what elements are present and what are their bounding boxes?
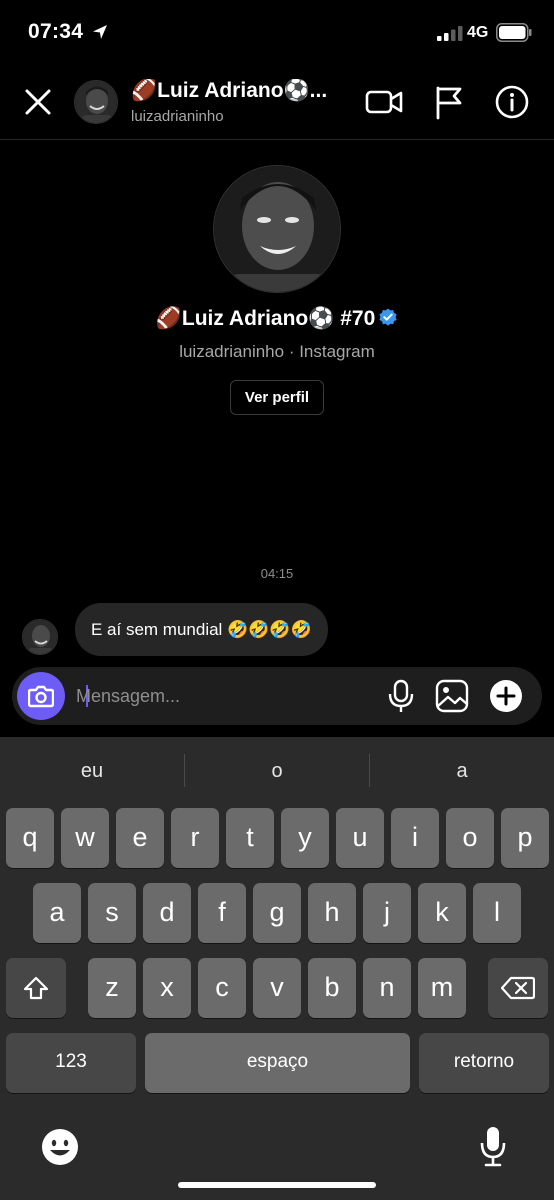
- message-avatar[interactable]: [22, 619, 58, 655]
- dictation-icon[interactable]: [479, 1125, 507, 1167]
- key-i[interactable]: i: [391, 808, 439, 868]
- microphone-icon[interactable]: [388, 679, 414, 713]
- key-m[interactable]: m: [418, 958, 466, 1018]
- profile-subtitle: luizadrianinho · Instagram: [179, 342, 375, 361]
- message-input[interactable]: [76, 679, 376, 713]
- key-v[interactable]: v: [253, 958, 301, 1018]
- backspace-icon: [501, 976, 535, 1000]
- profile-avatar[interactable]: [213, 165, 341, 293]
- status-time: 07:34: [28, 20, 84, 43]
- key-e[interactable]: e: [116, 808, 164, 868]
- message-timestamp: 04:15: [260, 566, 294, 581]
- header-username[interactable]: luizadrianinho: [131, 108, 224, 125]
- key-f[interactable]: f: [198, 883, 246, 943]
- avatar[interactable]: [74, 80, 118, 124]
- key-h[interactable]: h: [308, 883, 356, 943]
- key-l[interactable]: l: [473, 883, 521, 943]
- suggestion-item[interactable]: eu: [0, 737, 184, 805]
- message-composer: [12, 667, 542, 725]
- key-w[interactable]: w: [61, 808, 109, 868]
- info-icon[interactable]: [494, 84, 530, 120]
- home-indicator[interactable]: [178, 1182, 376, 1188]
- key-k[interactable]: k: [418, 883, 466, 943]
- signal-icon: [437, 26, 463, 41]
- key-n[interactable]: n: [363, 958, 411, 1018]
- close-icon[interactable]: [20, 84, 56, 120]
- verified-badge-icon: [379, 308, 397, 326]
- shift-icon: [23, 976, 49, 1000]
- key-z[interactable]: z: [88, 958, 136, 1018]
- status-bar: 07:34 4G: [0, 0, 554, 66]
- key-r[interactable]: r: [171, 808, 219, 868]
- flag-icon[interactable]: [432, 84, 466, 120]
- key-u[interactable]: u: [336, 808, 384, 868]
- key-t[interactable]: t: [226, 808, 274, 868]
- key-s[interactable]: s: [88, 883, 136, 943]
- key-c[interactable]: c: [198, 958, 246, 1018]
- camera-icon: [28, 685, 54, 708]
- key-d[interactable]: d: [143, 883, 191, 943]
- video-call-icon[interactable]: [364, 86, 404, 118]
- key-b[interactable]: b: [308, 958, 356, 1018]
- key-a[interactable]: a: [33, 883, 81, 943]
- key-y[interactable]: y: [281, 808, 329, 868]
- key-p[interactable]: p: [501, 808, 549, 868]
- suggestion-item[interactable]: o: [185, 737, 369, 805]
- return-key[interactable]: retorno: [419, 1033, 549, 1093]
- key-j[interactable]: j: [363, 883, 411, 943]
- view-profile-button[interactable]: Ver perfil: [230, 380, 324, 415]
- shift-key[interactable]: [6, 958, 66, 1018]
- camera-button[interactable]: [17, 672, 65, 720]
- gallery-icon[interactable]: [435, 679, 469, 713]
- profile-name: 🏈Luiz Adriano⚽ #70: [155, 307, 376, 330]
- key-q[interactable]: q: [6, 808, 54, 868]
- key-o[interactable]: o: [446, 808, 494, 868]
- suggestion-bar: eu o a: [0, 737, 554, 805]
- header-contact-name[interactable]: 🏈Luiz Adriano⚽...: [131, 79, 327, 103]
- numbers-key[interactable]: 123: [6, 1033, 136, 1093]
- backspace-key[interactable]: [488, 958, 548, 1018]
- battery-icon: [496, 23, 532, 42]
- profile-name-row: 🏈Luiz Adriano⚽ #70: [0, 307, 554, 331]
- plus-icon[interactable]: [489, 679, 523, 713]
- suggestion-item[interactable]: a: [370, 737, 554, 805]
- key-g[interactable]: g: [253, 883, 301, 943]
- network-label: 4G: [467, 24, 489, 41]
- message-bubble[interactable]: E aí sem mundial 🤣🤣🤣🤣: [75, 603, 328, 656]
- emoji-icon[interactable]: [40, 1127, 80, 1167]
- key-x[interactable]: x: [143, 958, 191, 1018]
- keyboard: eu o a q w e r t y u i o p a s d f g h j…: [0, 737, 554, 1200]
- chat-header: 🏈Luiz Adriano⚽... luizadrianinho: [0, 66, 554, 140]
- location-arrow-icon: [93, 25, 107, 39]
- space-key[interactable]: espaço: [145, 1033, 410, 1093]
